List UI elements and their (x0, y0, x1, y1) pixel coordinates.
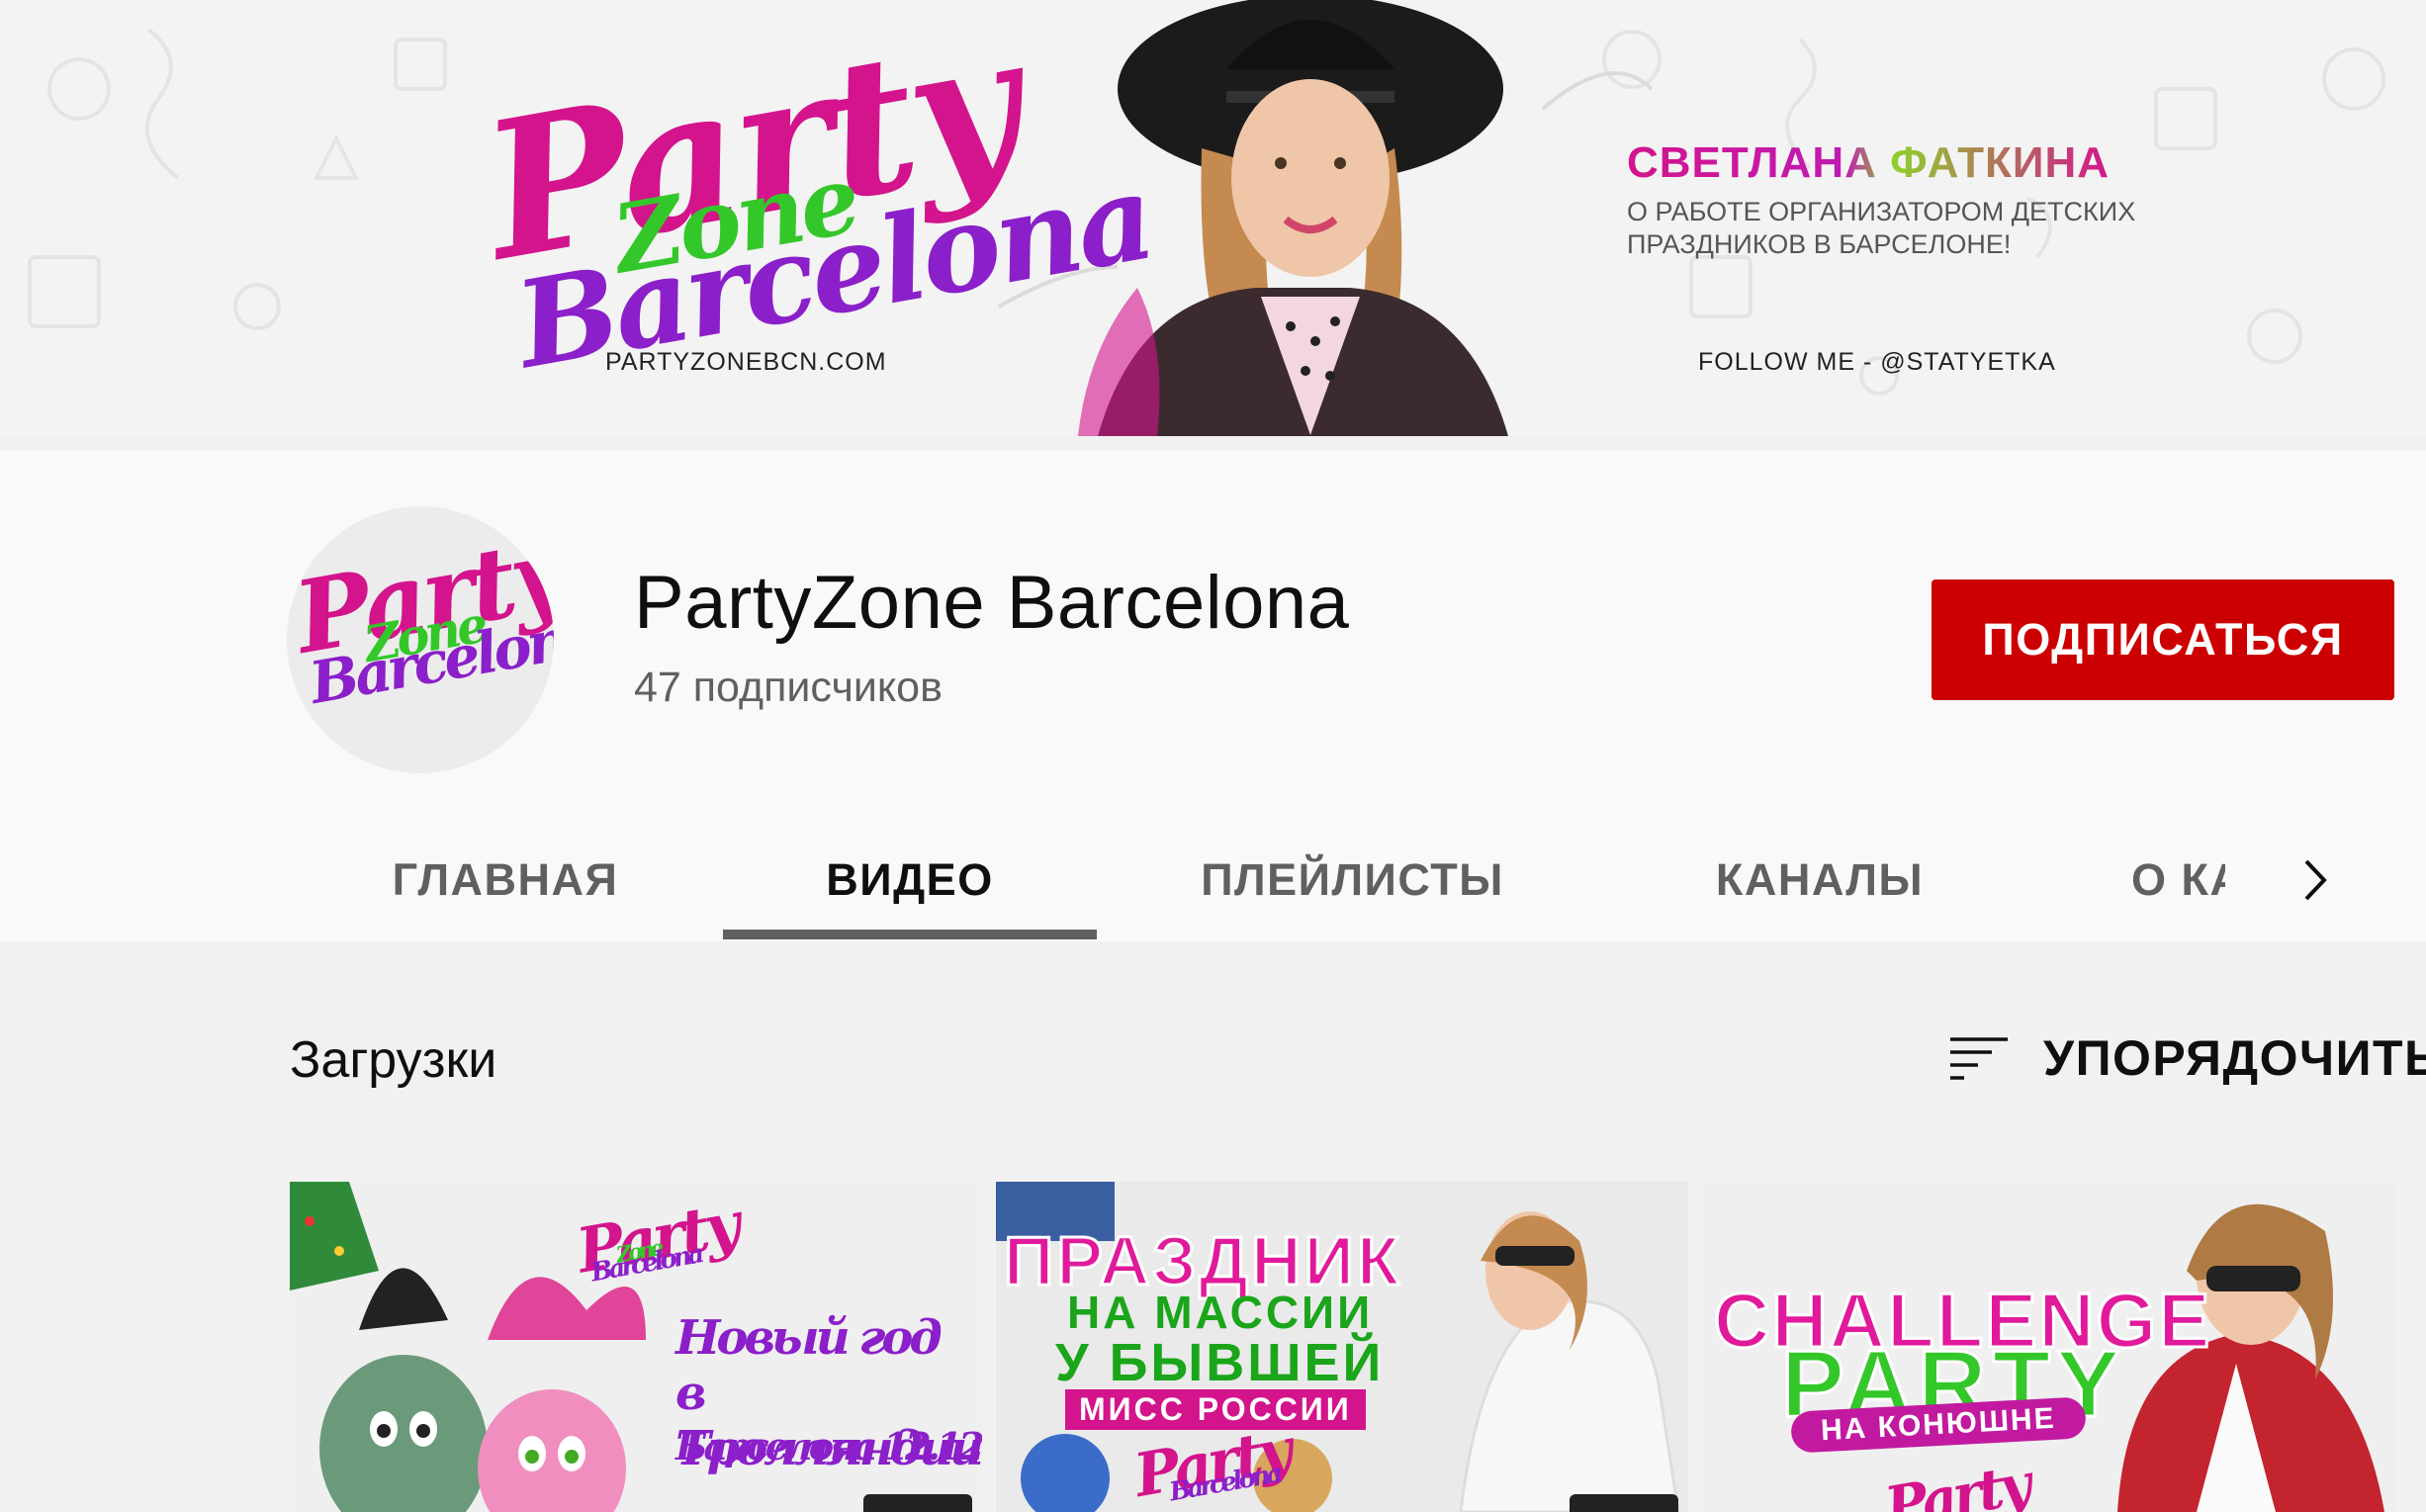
tab-home[interactable]: ГЛАВНАЯ (368, 819, 643, 941)
thumbnail-1-date: Барселона 12.12 (675, 1424, 982, 1468)
tab-playlists[interactable]: ПЛЕЙЛИСТЫ (1177, 819, 1528, 941)
subscribe-button[interactable]: ПОДПИСАТЬСЯ (1932, 579, 2394, 700)
tab-videos[interactable]: ВИДЕО (723, 819, 1097, 941)
tab-channels[interactable]: КАНАЛЫ (1681, 819, 1958, 941)
channel-tabs: ГЛАВНАЯ ВИДЕО ПЛЕЙЛИСТЫ КАНАЛЫ О КАНАЛЕ (0, 819, 2426, 941)
section-title: Загрузки (290, 1031, 497, 1089)
video-thumbnail-3[interactable]: CHALLENGE PARTY НА КОНЮШНЕ Party (1702, 1182, 2394, 1512)
video-thumbnail-1[interactable]: Party Zone Barcelona Новый год в Троллян… (290, 1182, 982, 1512)
active-tab-indicator (723, 930, 1097, 939)
sort-label: УПОРЯДОЧИТЬ (2043, 1030, 2426, 1086)
channel-banner: Party Zone Barcelona PARTYZONEBCN.COM СВ… (0, 0, 2426, 436)
banner-host-name: СВЕТЛАНА ФАТКИНА (1627, 138, 2111, 187)
tab-about[interactable]: О КАНАЛЕ (2131, 819, 2225, 941)
thumbnail-2-line2: НА МАССИИ (1067, 1287, 1374, 1338)
thumbnail-2-line3: У БЫВШЕЙ (1055, 1333, 1385, 1392)
video-thumbnail-2[interactable]: ПРАЗДНИК НА МАССИИ У БЫВШЕЙ МИСС РОССИИ … (996, 1182, 1688, 1512)
channel-title: PartyZone Barcelona (634, 561, 1350, 645)
chevron-right-icon[interactable] (2291, 819, 2340, 941)
banner-website: PARTYZONEBCN.COM (605, 348, 887, 376)
channel-avatar[interactable]: Party Zone Barcelona (287, 506, 554, 773)
sort-button[interactable]: УПОРЯДОЧИТЬ (1948, 1028, 2426, 1088)
tab-about-clip: О КАНАЛЕ (2131, 819, 2225, 941)
banner-logo: Party Zone Barcelona (470, 0, 1161, 396)
thumbnail-1-logo: Party Zone Barcelona (571, 1188, 743, 1289)
channel-header: Party Zone Barcelona PartyZone Barcelona… (0, 451, 2426, 941)
banner-follow-handle: FOLLOW ME - @STATYETKA (1698, 348, 2056, 376)
banner-portrait-image (1078, 0, 1508, 436)
thumbnail-2-duration-badge (1570, 1494, 1678, 1512)
banner-about-text: О РАБОТЕ ОРГАНИЗАТОРОМ ДЕТСКИХ ПРАЗДНИКО… (1627, 197, 2136, 259)
thumbnail-2-badge: МИСС РОССИИ (1065, 1389, 1366, 1430)
subscriber-count: 47 подписчиков (634, 664, 943, 711)
thumbnail-1-duration-badge (863, 1494, 972, 1512)
sort-icon (1950, 1037, 2008, 1080)
